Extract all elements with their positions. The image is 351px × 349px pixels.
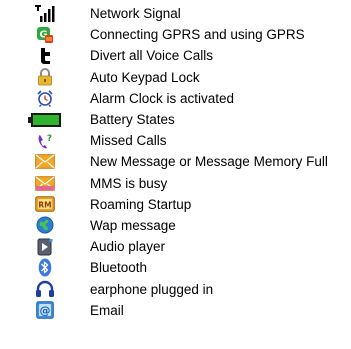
divert-calls-icon (0, 45, 90, 66)
icon-legend: Network Signal G Connecting GPRS and usi… (0, 3, 351, 321)
keypad-lock-icon (0, 67, 90, 88)
audio-player-icon (0, 236, 90, 257)
legend-label: Divert all Voice Calls (90, 48, 214, 64)
legend-label: Roaming Startup (90, 196, 192, 212)
legend-label: Connecting GPRS and using GPRS (90, 27, 305, 43)
legend-row: New Message or Message Memory Full (0, 151, 351, 172)
battery-icon (0, 109, 90, 130)
legend-label: Alarm Clock is activated (90, 90, 235, 106)
bluetooth-icon (0, 257, 90, 278)
email-icon: @ (0, 300, 90, 321)
svg-text:@: @ (40, 304, 51, 317)
legend-row: Audio player (0, 236, 351, 257)
legend-label: earphone plugged in (90, 281, 214, 297)
legend-row: Wap message (0, 215, 351, 236)
legend-label: Missed Calls (90, 133, 167, 149)
roaming-icon: RM (0, 194, 90, 215)
legend-row: ? Missed Calls (0, 130, 351, 151)
legend-row: Auto Keypad Lock (0, 67, 351, 88)
legend-row: Network Signal (0, 3, 351, 24)
legend-row: Bluetooth (0, 257, 351, 278)
legend-label: Bluetooth (90, 260, 148, 276)
new-message-icon (0, 151, 90, 172)
legend-row: earphone plugged in (0, 278, 351, 299)
legend-row: MMS is busy (0, 173, 351, 194)
legend-row: @ Email (0, 300, 351, 321)
legend-row: RM Roaming Startup (0, 194, 351, 215)
legend-row: Alarm Clock is activated (0, 88, 351, 109)
wap-message-icon (0, 215, 90, 236)
legend-label: Network Signal (90, 6, 181, 22)
alarm-clock-icon (0, 88, 90, 109)
svg-text:?: ? (47, 134, 52, 144)
network-signal-icon (0, 3, 90, 24)
missed-calls-icon: ? (0, 130, 90, 151)
legend-row: Divert all Voice Calls (0, 45, 351, 66)
legend-row: Battery States (0, 109, 351, 130)
earphone-icon (0, 279, 90, 300)
legend-label: Email (90, 302, 124, 318)
legend-label: Audio player (90, 239, 166, 255)
legend-label: Auto Keypad Lock (90, 69, 200, 85)
legend-label: MMS is busy (90, 175, 168, 191)
legend-label: New Message or Message Memory Full (90, 154, 328, 170)
legend-row: G Connecting GPRS and using GPRS (0, 24, 351, 45)
mms-busy-icon (0, 173, 90, 194)
legend-label: Battery States (90, 112, 175, 128)
gprs-icon: G (0, 24, 90, 45)
legend-label: Wap message (90, 217, 176, 233)
svg-text:RM: RM (38, 201, 51, 210)
